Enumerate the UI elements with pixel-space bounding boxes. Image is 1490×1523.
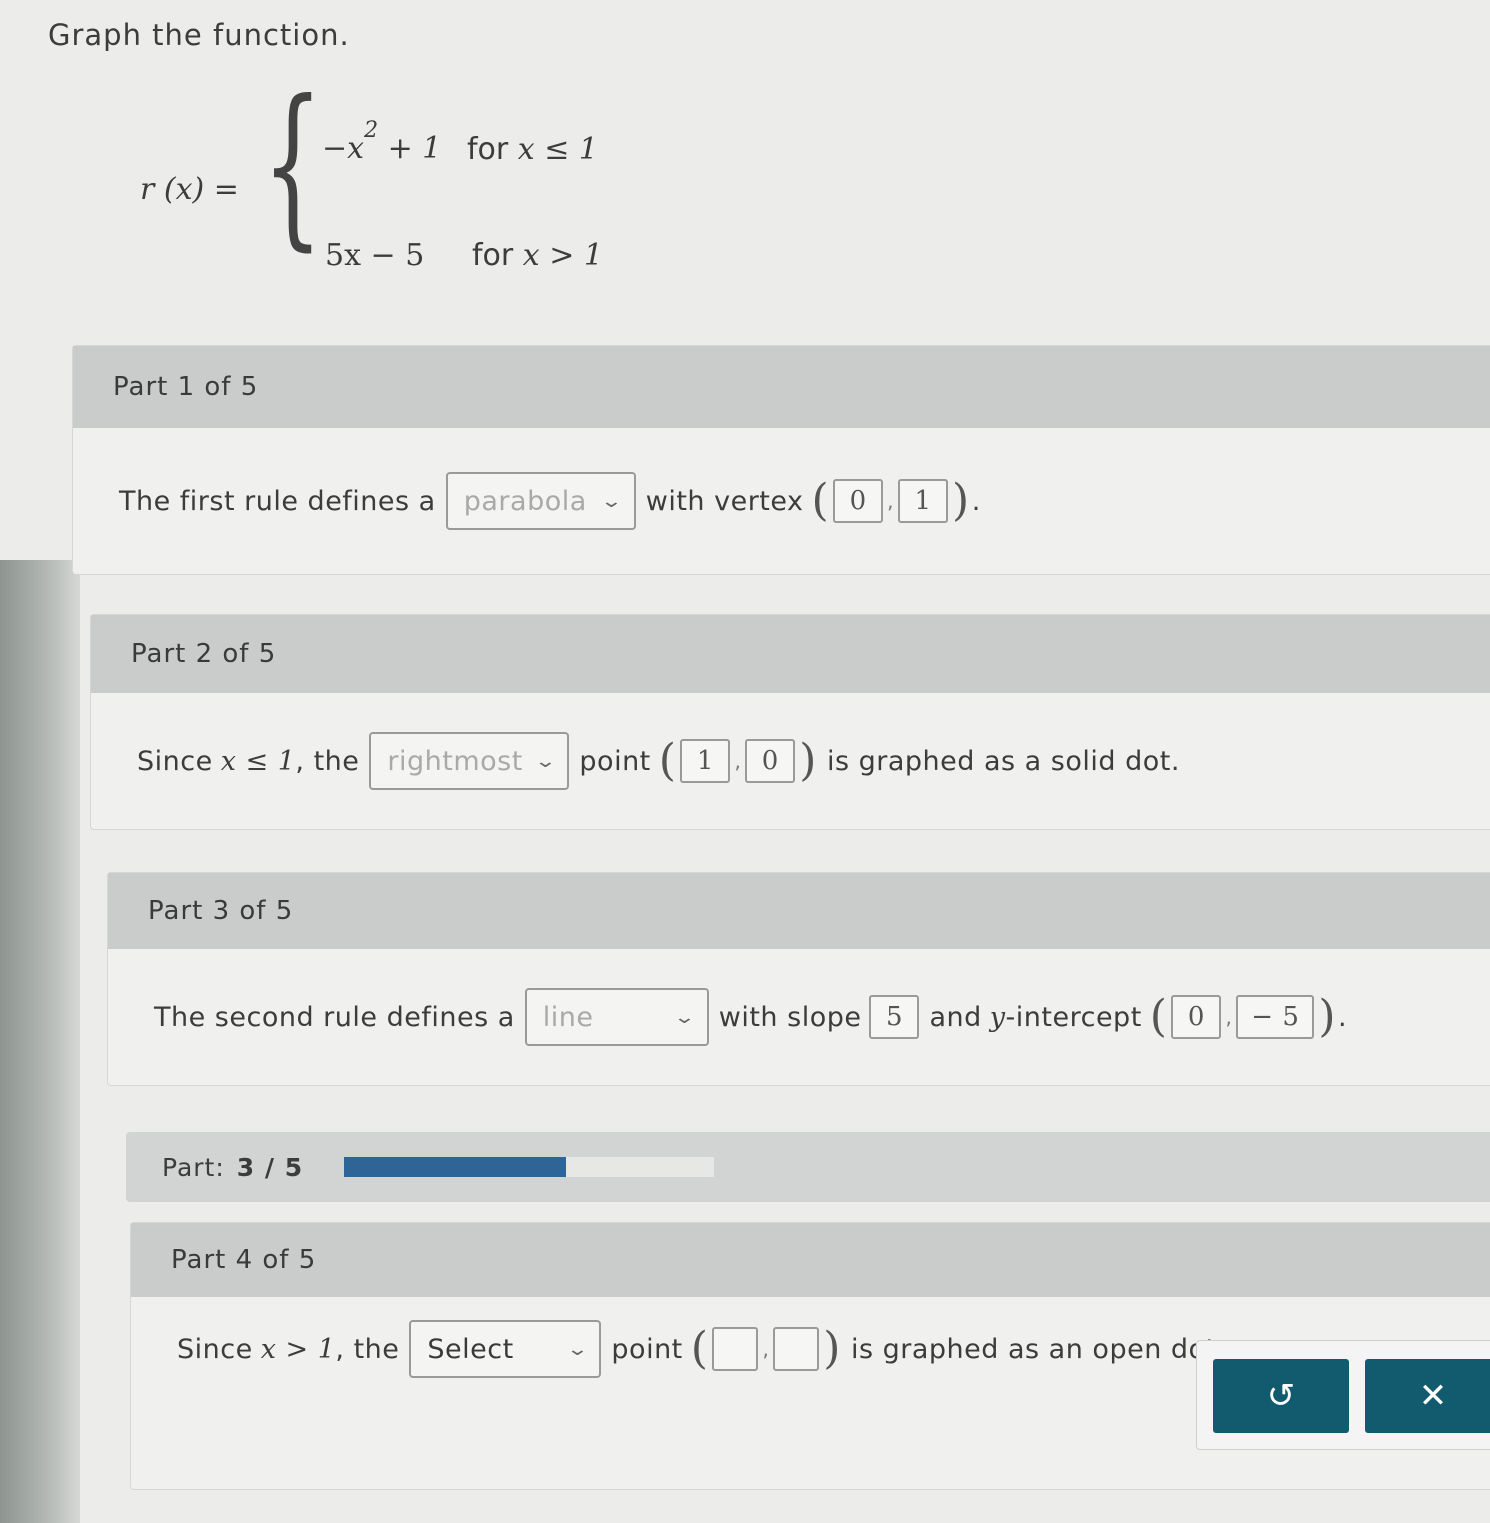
part3-shape-dropdown[interactable]: line ⌄: [524, 988, 709, 1046]
close-paren: ): [823, 1323, 841, 1374]
point-y-input[interactable]: [773, 1327, 820, 1371]
dropdown-value: parabola: [463, 485, 587, 517]
left-gutter: [0, 560, 80, 1523]
part1-vertex-text: with vertex: [645, 485, 804, 517]
progress-label: Part:: [162, 1152, 225, 1182]
open-paren: (: [811, 475, 830, 526]
slope-input[interactable]: 5: [869, 995, 920, 1039]
open-paren: (: [690, 1323, 709, 1374]
dropdown-value: line: [542, 1001, 594, 1033]
part1-header: Part 1 of 5: [73, 346, 1490, 428]
and-text: and: [929, 1001, 982, 1033]
the-text: , the: [335, 1333, 400, 1365]
vertex-y-input[interactable]: 1: [898, 479, 949, 523]
point-y-input[interactable]: 0: [745, 739, 796, 783]
chevron-down-icon: ⌄: [600, 490, 624, 512]
comma: ,: [1225, 1005, 1233, 1029]
comma: ,: [762, 1337, 770, 1361]
answer-actions: ↺ ✕: [1196, 1340, 1490, 1450]
rule1-expression: −x2 + 1: [322, 118, 442, 166]
since-text: Since: [177, 1333, 253, 1365]
undo-button[interactable]: ↺: [1213, 1359, 1349, 1433]
part3-body: The second rule defines a line ⌄ with sl…: [108, 949, 1490, 1085]
close-paren: ): [1318, 991, 1336, 1042]
progress-indicator: Part: 3 / 5: [126, 1132, 1490, 1202]
part2-endpoint-dropdown[interactable]: rightmost ⌄: [369, 732, 570, 790]
intercept-y-input[interactable]: − 5: [1236, 995, 1315, 1039]
part2-card: Part 2 of 5 Since x ≤ 1 , the rightmost …: [90, 614, 1490, 830]
part1-shape-dropdown[interactable]: parabola ⌄: [445, 472, 636, 530]
dropdown-value: rightmost: [387, 745, 523, 777]
rule1-condition: for x ≤ 1: [467, 132, 599, 167]
intercept-x-input[interactable]: 0: [1171, 995, 1222, 1039]
part4-endpoint-dropdown[interactable]: Select ⌄: [409, 1320, 602, 1378]
open-dot-text: is graphed as an open dot.: [850, 1333, 1226, 1365]
point-x-input[interactable]: [712, 1327, 759, 1371]
chevron-down-icon: ⌄: [673, 1006, 697, 1028]
rule2-condition: for x > 1: [472, 238, 604, 273]
question-prompt: Graph the function.: [48, 18, 350, 52]
slope-text: with slope: [718, 1001, 862, 1033]
the-text: , the: [295, 745, 360, 777]
chevron-down-icon: ⌄: [565, 1338, 590, 1360]
y-var: y: [989, 1001, 1006, 1033]
comma: ,: [887, 489, 895, 513]
open-paren: (: [1149, 991, 1168, 1042]
part1-card: Part 1 of 5 The first rule defines a par…: [72, 345, 1490, 575]
intercept-text: -intercept: [1005, 1001, 1142, 1033]
close-icon: ✕: [1418, 1376, 1448, 1416]
progress-bar-fill: [344, 1157, 566, 1177]
rule2-expression: 5x − 5: [325, 238, 425, 273]
part3-header: Part 3 of 5: [108, 873, 1490, 949]
brace-icon: {: [262, 64, 324, 267]
part2-condition: x ≤ 1: [220, 745, 296, 777]
part4-header: Part 4 of 5: [131, 1223, 1490, 1297]
point-text: point: [579, 745, 651, 777]
undo-icon: ↺: [1266, 1376, 1296, 1416]
vertex-x-input[interactable]: 0: [833, 479, 884, 523]
progress-value: 3 / 5: [236, 1152, 304, 1182]
period: .: [1337, 1001, 1348, 1033]
dropdown-value: Select: [427, 1333, 514, 1365]
function-lhs: r (x) =: [140, 172, 239, 207]
chevron-down-icon: ⌄: [533, 750, 558, 772]
part2-header: Part 2 of 5: [91, 615, 1490, 693]
part3-card: Part 3 of 5 The second rule defines a li…: [107, 872, 1490, 1086]
point-text: point: [611, 1333, 683, 1365]
part1-text: The first rule defines a: [119, 485, 436, 517]
comma: ,: [734, 749, 742, 773]
clear-button[interactable]: ✕: [1365, 1359, 1490, 1433]
open-paren: (: [658, 735, 677, 786]
progress-bar: [344, 1157, 714, 1177]
point-x-input[interactable]: 1: [680, 739, 731, 783]
part4-condition: x > 1: [260, 1333, 336, 1365]
part3-text: The second rule defines a: [154, 1001, 515, 1033]
solid-dot-text: is graphed as a solid dot.: [826, 745, 1180, 777]
since-text: Since: [137, 745, 213, 777]
part2-body: Since x ≤ 1 , the rightmost ⌄ point ( 1 …: [91, 693, 1490, 829]
part1-body: The first rule defines a parabola ⌄ with…: [73, 428, 1490, 574]
period: .: [971, 485, 981, 517]
close-paren: ): [952, 475, 970, 526]
close-paren: ): [799, 735, 817, 786]
